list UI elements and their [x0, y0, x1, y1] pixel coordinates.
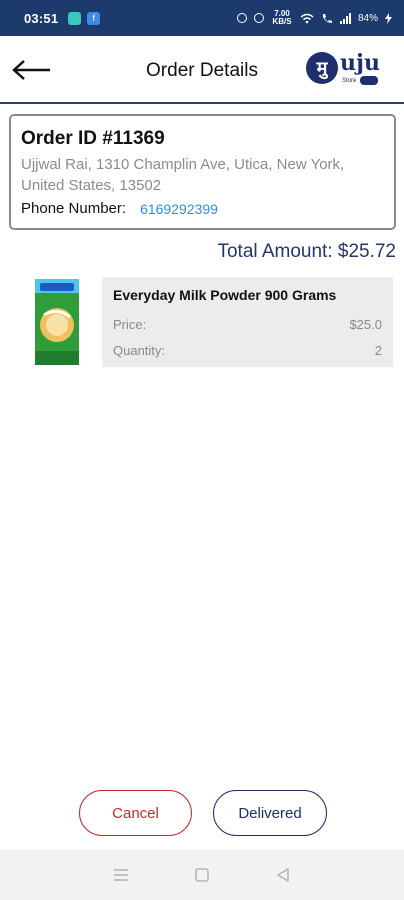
wifi-icon — [300, 13, 314, 23]
brand-logo: मु uju Store — [306, 50, 382, 90]
battery-level: 84% — [357, 12, 378, 24]
phone-label: Phone Number: — [21, 200, 127, 217]
order-item: Everyday Milk Powder 900 Grams Price: $2… — [12, 277, 393, 367]
order-info-card: Order ID #11369 Ujjwal Rai, 1310 Champli… — [9, 114, 396, 230]
facebook-app-icon: f — [87, 11, 101, 25]
order-id: Order ID #11369 — [21, 128, 165, 149]
back-nav-button[interactable] — [268, 860, 298, 890]
home-button[interactable] — [187, 860, 217, 890]
product-name: Everyday Milk Powder 900 Grams — [113, 287, 337, 303]
quantity-label: Quantity: — [113, 343, 166, 358]
phone-row: Phone Number: 6169292399 — [21, 200, 384, 217]
delivered-button[interactable]: Delivered — [213, 790, 327, 836]
logo-subtitle: Store — [342, 78, 357, 84]
milk-powder-pack-icon — [35, 279, 79, 365]
home-square-icon — [195, 868, 209, 882]
price-value: $25.0 — [349, 317, 382, 332]
delivery-address: Ujjwal Rai, 1310 Champlin Ave, Utica, Ne… — [21, 156, 345, 194]
signal-icon — [339, 12, 351, 24]
logo-text: uju — [340, 50, 380, 76]
location-icon — [253, 13, 264, 23]
phone-number-link[interactable]: 6169292399 — [140, 201, 218, 217]
product-image — [12, 277, 102, 367]
logo-mark: मु — [306, 52, 338, 84]
status-time: 03:51 — [24, 10, 59, 26]
quantity-row: Quantity: 2 — [113, 343, 382, 358]
call-icon — [322, 13, 332, 23]
system-nav-bar — [0, 850, 404, 900]
total-amount: Total Amount: $25.72 — [217, 241, 396, 262]
menu-icon — [113, 869, 128, 881]
notification-icons: f — [68, 11, 101, 25]
app-header: Order Details मु uju Store — [0, 36, 404, 104]
product-details: Everyday Milk Powder 900 Grams Price: $2… — [102, 277, 393, 367]
price-label: Price: — [113, 317, 147, 332]
cancel-button[interactable]: Cancel — [79, 790, 192, 836]
network-speed: 7.00 KB/S — [272, 9, 292, 26]
status-indicators: 7.00 KB/S 84% — [236, 9, 392, 26]
alarm-icon — [236, 13, 247, 23]
messaging-app-icon — [68, 11, 82, 25]
price-row: Price: $25.0 — [113, 317, 382, 332]
status-bar: 03:51 f 7.00 KB/S 84% — [0, 0, 404, 36]
quantity-value: 2 — [374, 343, 382, 358]
delivery-car-icon — [360, 76, 378, 85]
recents-button[interactable] — [106, 860, 136, 890]
back-triangle-icon — [277, 868, 290, 882]
charging-icon — [385, 12, 392, 24]
